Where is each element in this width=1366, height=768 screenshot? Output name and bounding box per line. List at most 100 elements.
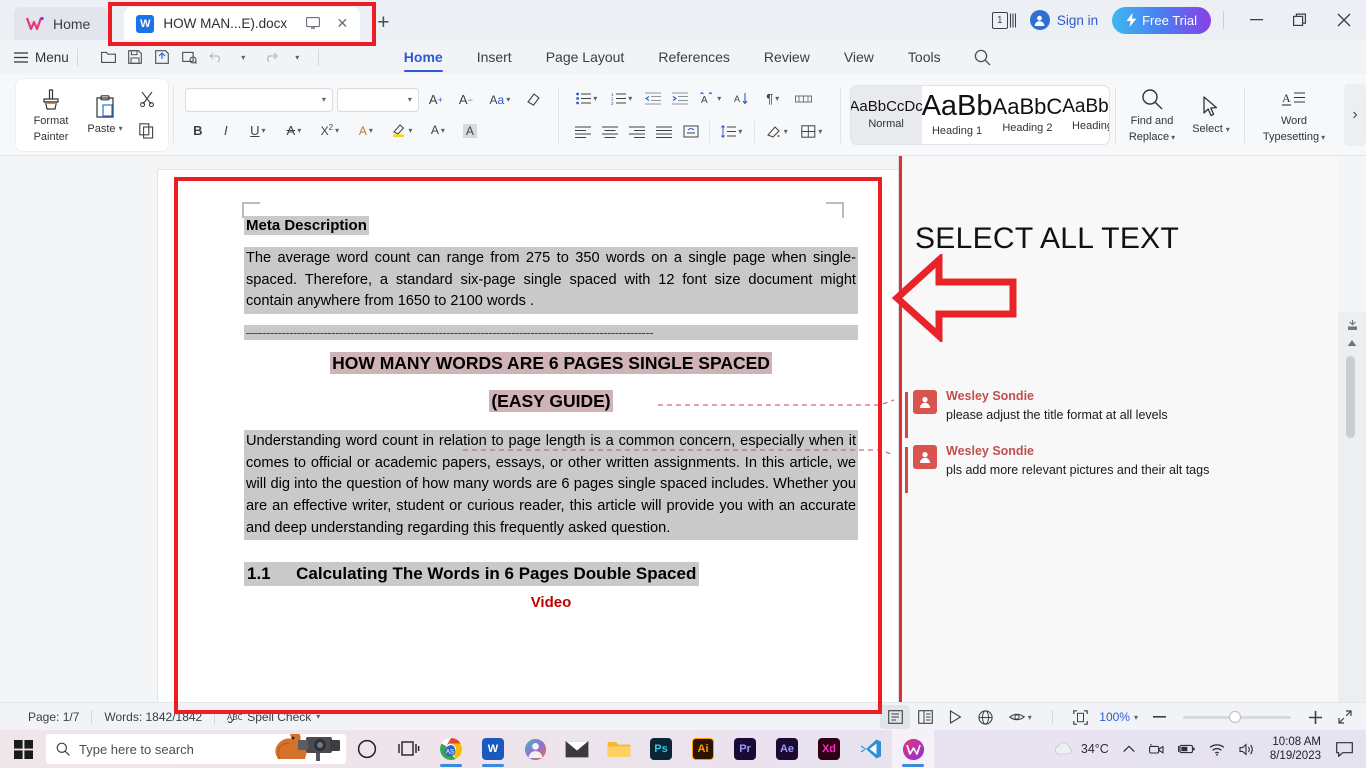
increase-indent-button[interactable] bbox=[667, 86, 693, 111]
align-left-button[interactable] bbox=[570, 119, 596, 144]
tab-home[interactable]: Home bbox=[387, 40, 460, 74]
align-center-button[interactable] bbox=[597, 119, 623, 144]
people-icon[interactable] bbox=[514, 730, 556, 768]
zoom-out-button[interactable] bbox=[1144, 705, 1174, 729]
print-layout-view-button[interactable] bbox=[880, 705, 911, 729]
redo-icon[interactable] bbox=[258, 45, 283, 70]
volume-icon[interactable] bbox=[1232, 742, 1262, 756]
numbered-list-button[interactable]: 1 2 3 ▾ bbox=[605, 86, 639, 111]
battery-icon[interactable] bbox=[1171, 743, 1202, 755]
spell-check-button[interactable]: ABC Spell Check ▾ bbox=[227, 710, 320, 724]
justify-button[interactable] bbox=[651, 119, 677, 144]
task-view-icon[interactable] bbox=[388, 730, 430, 768]
shading-button[interactable]: ▾ bbox=[760, 119, 794, 144]
bullet-list-button[interactable]: ▾ bbox=[570, 86, 604, 111]
zoom-slider[interactable] bbox=[1183, 711, 1291, 723]
close-tab-icon[interactable]: ✕ bbox=[332, 14, 352, 34]
wps-icon[interactable] bbox=[892, 730, 934, 768]
start-button[interactable] bbox=[0, 730, 46, 768]
cortana-icon[interactable] bbox=[346, 730, 388, 768]
italic-button[interactable]: I bbox=[213, 118, 239, 143]
bold-button[interactable]: B bbox=[185, 118, 211, 143]
free-trial-button[interactable]: Free Trial bbox=[1112, 6, 1211, 34]
illustrator-icon[interactable]: Ai bbox=[682, 730, 724, 768]
distribute-button[interactable] bbox=[678, 119, 704, 144]
copy-icon[interactable] bbox=[134, 118, 160, 144]
search-input[interactable]: Type here to search bbox=[46, 734, 346, 764]
zoom-in-button[interactable] bbox=[1300, 705, 1330, 729]
open-file-icon[interactable] bbox=[96, 45, 121, 70]
monitor-icon[interactable] bbox=[303, 14, 323, 34]
sort-button[interactable]: A bbox=[729, 86, 755, 111]
show-hidden-icons-button[interactable] bbox=[1116, 745, 1142, 753]
save-icon[interactable] bbox=[123, 45, 148, 70]
notifications-icon[interactable] bbox=[1329, 741, 1360, 757]
comb-field-button[interactable] bbox=[791, 86, 817, 111]
xd-icon[interactable]: Xd bbox=[808, 730, 850, 768]
line-spacing-button[interactable]: ▾ bbox=[715, 119, 749, 144]
font-size-select[interactable]: ▾ bbox=[336, 87, 419, 112]
strikethrough-button[interactable]: A ▾ bbox=[277, 118, 311, 143]
print-preview-icon[interactable] bbox=[177, 45, 202, 70]
font-color-button[interactable]: A ▾ bbox=[421, 118, 455, 143]
search-icon[interactable] bbox=[974, 49, 991, 66]
display-options-button[interactable]: ▾ bbox=[1000, 705, 1040, 729]
align-right-button[interactable] bbox=[624, 119, 650, 144]
style-heading-2[interactable]: AaBbC Heading 2 bbox=[993, 86, 1063, 144]
sign-in-button[interactable]: Sign in bbox=[1029, 10, 1098, 30]
tab-references[interactable]: References bbox=[641, 40, 747, 74]
chrome-icon[interactable]: AS bbox=[430, 730, 472, 768]
borders-button[interactable]: ▾ bbox=[795, 119, 829, 144]
character-shading-button[interactable]: A bbox=[457, 118, 483, 143]
document-page[interactable]: Meta Description The average word count … bbox=[158, 170, 898, 702]
minimize-button[interactable] bbox=[1234, 0, 1278, 40]
highlight-color-button[interactable]: ▾ bbox=[385, 118, 419, 143]
scroll-up-icon[interactable] bbox=[1338, 334, 1366, 352]
undo-dropdown-icon[interactable]: ▾ bbox=[231, 45, 256, 70]
style-normal[interactable]: AaBbCcDc Normal bbox=[851, 85, 923, 144]
weather-widget[interactable]: 34°C bbox=[1047, 741, 1116, 758]
grow-font-button[interactable]: A + bbox=[423, 87, 449, 112]
change-case-button[interactable]: Aa ▾ bbox=[483, 87, 517, 112]
expand-ribbon-button[interactable]: › bbox=[1344, 84, 1366, 146]
tab-tools[interactable]: Tools bbox=[891, 40, 958, 74]
find-and-replace-button[interactable]: Find and Replace ▾ bbox=[1121, 83, 1183, 147]
format-painter-button[interactable]: Format Painter bbox=[24, 83, 78, 147]
tab-insert[interactable]: Insert bbox=[460, 40, 529, 74]
presentation-view-button[interactable] bbox=[940, 705, 970, 729]
decrease-indent-button[interactable] bbox=[640, 86, 666, 111]
clock[interactable]: 10:08 AM 8/19/2023 bbox=[1262, 735, 1329, 764]
cut-icon[interactable] bbox=[134, 86, 160, 112]
page-count-icon[interactable]: 1 bbox=[991, 11, 1016, 29]
asian-layout-button[interactable]: A ▾ bbox=[694, 86, 728, 111]
tab-home[interactable]: Home bbox=[14, 7, 109, 40]
font-name-select[interactable]: ▾ bbox=[184, 87, 333, 112]
select-button[interactable]: Select ▾ bbox=[1183, 83, 1239, 147]
comment-item[interactable]: Wesley Sondie please adjust the title fo… bbox=[905, 388, 1168, 438]
new-tab-button[interactable]: + bbox=[370, 10, 396, 36]
scrollbar-thumb[interactable] bbox=[1346, 356, 1355, 438]
underline-button[interactable]: U ▾ bbox=[241, 118, 275, 143]
page-indicator[interactable]: Page: 1/7 bbox=[28, 710, 79, 724]
tab-view[interactable]: View bbox=[827, 40, 891, 74]
word-count[interactable]: Words: 1842/1842 bbox=[104, 710, 202, 724]
aftereffects-icon[interactable]: Ae bbox=[766, 730, 808, 768]
document-content[interactable]: Meta Description The average word count … bbox=[244, 216, 858, 611]
fullscreen-button[interactable] bbox=[1330, 705, 1360, 729]
save-as-icon[interactable] bbox=[150, 45, 175, 70]
premiere-icon[interactable]: Pr bbox=[724, 730, 766, 768]
word-icon[interactable]: W bbox=[472, 730, 514, 768]
clear-formatting-button[interactable] bbox=[521, 87, 547, 112]
undo-icon[interactable] bbox=[204, 45, 229, 70]
tab-document[interactable]: W HOW MAN...E).docx ✕ bbox=[124, 7, 361, 40]
superscript-button[interactable]: X2 ▾ bbox=[313, 118, 347, 143]
paste-button[interactable]: Paste ▾ bbox=[78, 83, 132, 147]
vertical-scroll-rail[interactable] bbox=[1338, 312, 1366, 768]
split-view-icon[interactable] bbox=[1338, 316, 1366, 334]
fit-page-button[interactable] bbox=[1065, 705, 1095, 729]
photoshop-icon[interactable]: Ps bbox=[640, 730, 682, 768]
file-explorer-icon[interactable] bbox=[598, 730, 640, 768]
reading-layout-view-button[interactable] bbox=[910, 705, 940, 729]
mail-icon[interactable] bbox=[556, 730, 598, 768]
camera-privacy-icon[interactable] bbox=[1142, 743, 1171, 756]
